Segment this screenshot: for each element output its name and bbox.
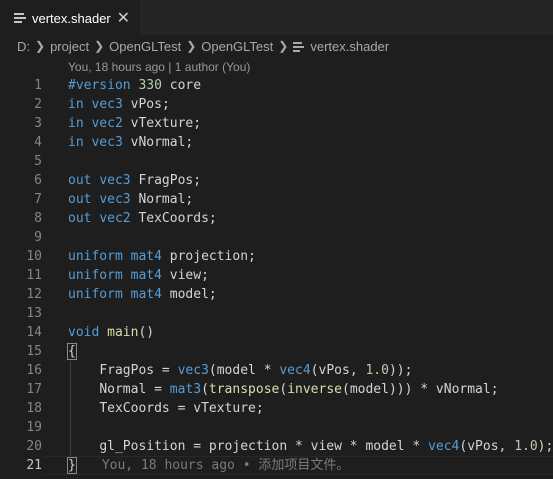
code-line[interactable]: 9 — [0, 228, 553, 247]
line-number: 5 — [34, 154, 42, 169]
code-text: #version 330 core — [68, 78, 202, 93]
tab-label: vertex.shader — [32, 10, 111, 26]
code-line[interactable]: 16 FragPos = vec3(model * vec4(vPos, 1.0… — [0, 361, 553, 380]
line-number: 14 — [26, 325, 42, 340]
chevron-right-icon: ❯ — [94, 39, 105, 53]
code-text: TexCoords = vTexture; — [99, 401, 264, 416]
line-number: 1 — [34, 78, 42, 93]
code-line[interactable]: 20 gl_Position = projection * view * mod… — [0, 437, 553, 456]
line-number: 17 — [26, 382, 42, 397]
breadcrumb-file[interactable]: vertex.shader — [293, 39, 389, 54]
chevron-right-icon: ❯ — [278, 39, 289, 53]
code-text: { — [67, 343, 77, 360]
close-icon[interactable]: ✕ — [117, 10, 130, 26]
tab-vertex-shader[interactable]: vertex.shader ✕ — [0, 0, 140, 35]
line-number: 18 — [26, 401, 42, 416]
breadcrumb-drive[interactable]: D: — [17, 39, 30, 54]
line-number: 6 — [34, 173, 42, 188]
code-line[interactable]: 14 void main() — [0, 323, 553, 342]
code-line[interactable]: 12 uniform mat4 model; — [0, 285, 553, 304]
code-text: uniform mat4 projection; — [68, 249, 256, 264]
breadcrumb-file-label: vertex.shader — [310, 38, 390, 54]
line-number: 16 — [26, 363, 42, 378]
line-number: 10 — [26, 249, 42, 264]
code-text: in vec3 vPos; — [68, 97, 170, 112]
line-number: 7 — [34, 192, 42, 207]
code-line[interactable]: 21 } You, 18 hours ago • 添加项目文件。 — [0, 456, 553, 475]
indent-guide — [70, 361, 71, 456]
line-number: 9 — [34, 230, 42, 245]
code-line[interactable]: 3 in vec2 vTexture; — [0, 114, 553, 133]
code-text: in vec3 vNormal; — [68, 135, 194, 150]
code-line[interactable]: 10 uniform mat4 projection; — [0, 247, 553, 266]
code-line[interactable]: 13 — [0, 304, 553, 323]
line-number: 4 — [34, 135, 42, 150]
chevron-right-icon: ❯ — [35, 39, 46, 53]
code-editor[interactable]: 1 #version 330 core 2 in vec3 vPos; 3 in vec2… — [0, 76, 553, 475]
code-line[interactable]: 17 Normal = mat3(transpose(inverse(model… — [0, 380, 553, 399]
breadcrumb-opengltest[interactable]: OpenGLTest — [109, 39, 181, 54]
git-blame-annotation: You, 18 hours ago • 添加项目文件。 — [101, 458, 350, 473]
code-line[interactable]: 19 — [0, 418, 553, 437]
line-number: 13 — [26, 306, 42, 321]
code-line[interactable]: 7 out vec3 Normal; — [0, 190, 553, 209]
code-text: uniform mat4 view; — [68, 268, 209, 283]
code-text: } You, 18 hours ago • 添加项目文件。 — [67, 457, 350, 474]
code-line[interactable]: 1 #version 330 core — [0, 76, 553, 95]
line-number: 2 — [34, 97, 42, 112]
code-text: in vec2 vTexture; — [68, 116, 202, 131]
code-text: FragPos = vec3(model * vec4(vPos, 1.0)); — [99, 363, 413, 378]
code-text: out vec3 Normal; — [68, 192, 194, 207]
code-text: out vec2 TexCoords; — [68, 211, 217, 226]
code-line[interactable]: 6 out vec3 FragPos; — [0, 171, 553, 190]
code-text: gl_Position = projection * view * model … — [99, 439, 553, 454]
file-lines-icon — [293, 41, 305, 52]
git-codelens[interactable]: You, 18 hours ago | 1 author (You) — [68, 58, 250, 76]
code-line[interactable]: 18 TexCoords = vTexture; — [0, 399, 553, 418]
code-line[interactable]: 8 out vec2 TexCoords; — [0, 209, 553, 228]
line-number: 3 — [34, 116, 42, 131]
line-number: 11 — [26, 268, 42, 283]
code-text: void main() — [68, 325, 155, 340]
code-text: Normal = mat3(transpose(inverse(model)))… — [99, 382, 499, 397]
code-line[interactable]: 2 in vec3 vPos; — [0, 95, 553, 114]
line-number: 12 — [26, 287, 42, 302]
line-number: 19 — [26, 420, 42, 435]
chevron-right-icon: ❯ — [186, 39, 197, 53]
code-line[interactable]: 4 in vec3 vNormal; — [0, 133, 553, 152]
line-number: 15 — [26, 344, 42, 359]
breadcrumb-opengltest-sub[interactable]: OpenGLTest — [201, 39, 273, 54]
code-text: out vec3 FragPos; — [68, 173, 202, 188]
file-lines-icon — [14, 12, 26, 24]
breadcrumb: D: ❯ project ❯ OpenGLTest ❯ OpenGLTest ❯… — [0, 35, 553, 57]
breadcrumb-project[interactable]: project — [50, 39, 89, 54]
code-line[interactable]: 11 uniform mat4 view; — [0, 266, 553, 285]
code-line[interactable]: 15 { — [0, 342, 553, 361]
tab-bar: vertex.shader ✕ — [0, 0, 553, 35]
line-number: 8 — [34, 211, 42, 226]
line-number: 20 — [26, 439, 42, 454]
code-text: uniform mat4 model; — [68, 287, 217, 302]
line-number: 21 — [26, 458, 42, 473]
code-line[interactable]: 5 — [0, 152, 553, 171]
